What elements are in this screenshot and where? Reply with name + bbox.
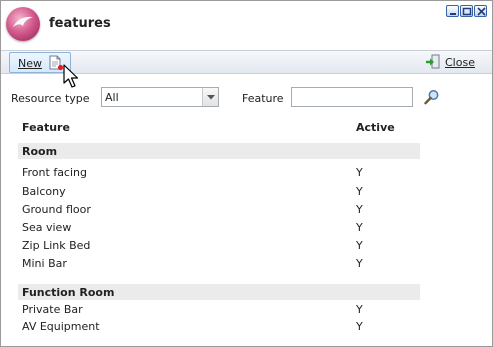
new-document-icon [48, 55, 64, 74]
table-row[interactable]: Private Bar Y [22, 301, 422, 317]
active-value: Y [356, 185, 363, 198]
feature-name: Sea view [22, 221, 72, 234]
resource-type-label: Resource type [11, 92, 90, 105]
close-button-label: Close [445, 56, 475, 69]
active-value: Y [356, 239, 363, 252]
feature-name: Private Bar [22, 303, 83, 316]
chevron-down-icon[interactable] [202, 88, 218, 106]
feature-name: Zip Link Bed [22, 239, 91, 252]
feature-name: Front facing [22, 166, 87, 179]
exit-door-icon [425, 54, 441, 73]
window-title: features [49, 16, 111, 31]
active-value: Y [356, 257, 363, 270]
group-name: Function Room [22, 286, 115, 299]
feature-name: Ground floor [22, 203, 91, 216]
active-value: Y [356, 303, 363, 316]
active-value: Y [356, 203, 363, 216]
mouse-cursor-icon [63, 64, 81, 93]
new-button[interactable]: New [9, 52, 71, 73]
resource-type-value: All [105, 91, 119, 104]
feature-name: Balcony [22, 185, 66, 198]
new-button-label: New [18, 57, 42, 70]
table-row[interactable]: Front facing Y [22, 164, 422, 180]
search-icon[interactable] [424, 89, 440, 108]
feature-filter-label: Feature [242, 92, 284, 105]
group-header-function-room: Function Room [18, 284, 420, 300]
maximize-icon[interactable] [460, 5, 473, 17]
close-window-icon[interactable] [474, 5, 487, 17]
feature-name: Mini Bar [22, 257, 67, 270]
table-row[interactable]: Sea view Y [22, 219, 422, 235]
group-name: Room [22, 145, 58, 158]
features-window: features New Close Resource type All Fea… [0, 0, 493, 347]
active-value: Y [356, 221, 363, 234]
table-row[interactable]: Mini Bar Y [22, 255, 422, 271]
close-button[interactable]: Close [425, 53, 483, 72]
group-header-room: Room [18, 143, 420, 159]
active-value: Y [356, 166, 363, 179]
active-column-header[interactable]: Active [356, 121, 395, 134]
resource-type-select[interactable]: All [101, 87, 219, 107]
table-row[interactable]: Ground floor Y [22, 201, 422, 217]
feature-name: AV Equipment [22, 320, 100, 333]
table-row[interactable]: Zip Link Bed Y [22, 237, 422, 253]
active-value: Y [356, 320, 363, 333]
minimize-icon[interactable] [446, 5, 459, 17]
feature-search-input[interactable] [291, 87, 413, 107]
title-bar: features [1, 1, 492, 47]
app-logo [6, 7, 40, 41]
feature-column-header[interactable]: Feature [22, 121, 70, 134]
table-row[interactable]: AV Equipment Y [22, 318, 422, 334]
table-row[interactable]: Balcony Y [22, 183, 422, 199]
